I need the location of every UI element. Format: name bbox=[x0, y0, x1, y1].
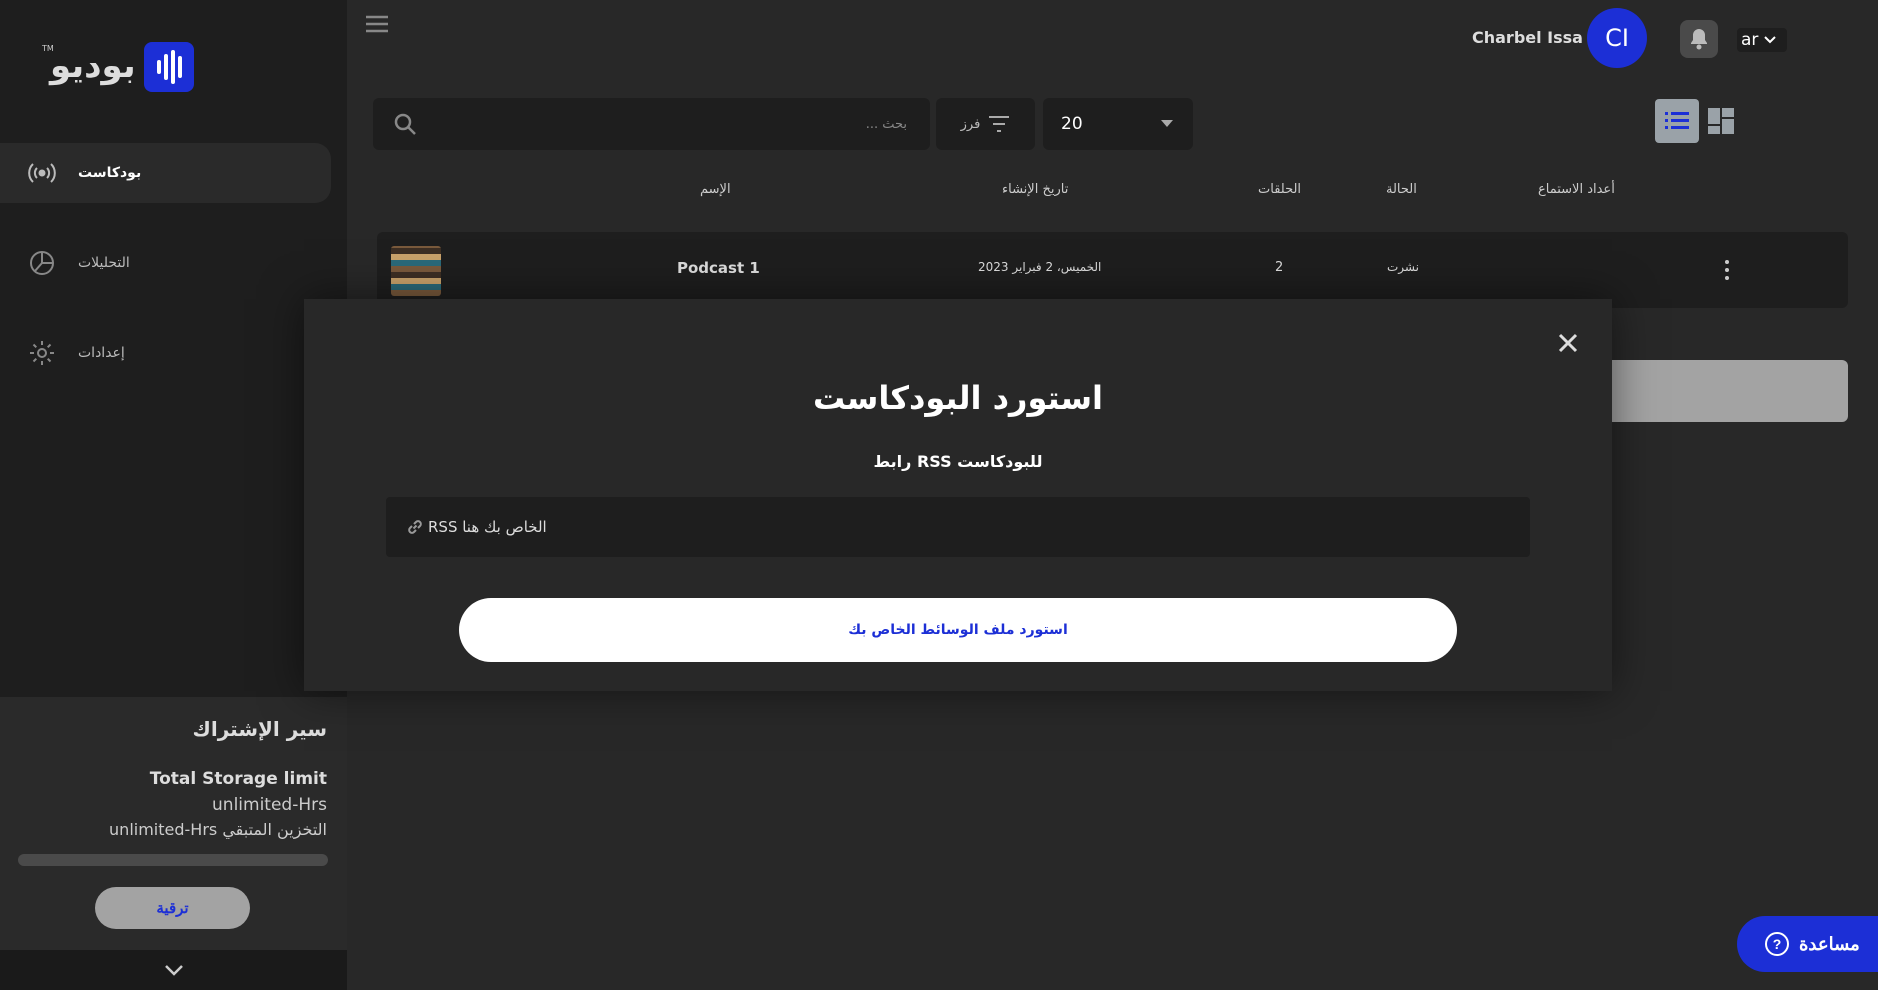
rss-url-input[interactable] bbox=[428, 511, 1508, 543]
language-select[interactable]: ar bbox=[1737, 28, 1787, 52]
podcast-icon bbox=[28, 159, 56, 187]
modal-subtitle: رابط RSS للبودكاست bbox=[873, 452, 1043, 471]
analytics-icon bbox=[28, 249, 56, 277]
list-view-button[interactable] bbox=[1655, 99, 1699, 143]
link-icon bbox=[408, 520, 422, 534]
sort-button[interactable]: فرز bbox=[936, 98, 1035, 150]
search-icon bbox=[394, 113, 416, 135]
podcast-name[interactable]: Podcast 1 bbox=[677, 259, 760, 277]
grid-view-button[interactable] bbox=[1707, 107, 1735, 135]
podcast-thumbnail bbox=[391, 246, 441, 296]
gear-icon bbox=[28, 339, 56, 367]
import-media-button[interactable]: استورد ملف الوسائط الخاص بك bbox=[459, 598, 1457, 662]
search-box bbox=[373, 98, 930, 150]
modal-title: استورد البودكاست bbox=[812, 379, 1104, 417]
logo-mark-icon bbox=[144, 42, 194, 92]
chevron-down-icon bbox=[164, 965, 183, 976]
column-header-status[interactable]: الحالة bbox=[1386, 182, 1417, 197]
help-label: مساعدة bbox=[1799, 933, 1860, 954]
column-header-episodes[interactable]: الحلقات bbox=[1258, 182, 1301, 197]
podcast-episodes: 2 bbox=[1275, 260, 1284, 275]
menu-toggle-icon[interactable] bbox=[365, 14, 389, 34]
rss-field bbox=[386, 497, 1530, 557]
avatar[interactable]: CI bbox=[1587, 8, 1647, 68]
logo-text: بوديو bbox=[50, 46, 137, 86]
caret-down-icon bbox=[1161, 120, 1173, 127]
podcast-status: نشرت bbox=[1387, 260, 1419, 274]
storage-limit-label: Total Storage limit bbox=[149, 769, 327, 789]
sidebar-collapse-toggle[interactable] bbox=[0, 950, 347, 990]
import-podcast-modal: استورد البودكاست رابط RSS للبودكاست استو… bbox=[304, 299, 1612, 691]
storage-limit-value: unlimited-Hrs bbox=[212, 795, 327, 815]
subscription-panel: سير الإشتراك Total Storage limit unlimit… bbox=[0, 697, 347, 950]
storage-remaining: unlimited-Hrs التخزين المتبقي bbox=[109, 820, 327, 839]
upgrade-button[interactable]: ترقية bbox=[95, 887, 250, 929]
column-header-listens[interactable]: أعداد الاستماع bbox=[1538, 182, 1615, 197]
column-header-created[interactable]: تاريخ الإنشاء bbox=[1002, 182, 1068, 197]
sidebar: TM بوديو بودكاست التحليلات إعدادات سير ا… bbox=[0, 0, 347, 990]
brand-logo[interactable]: TM بوديو bbox=[42, 40, 194, 92]
per-page-value: 20 bbox=[1061, 114, 1083, 134]
column-header-name[interactable]: الإسم bbox=[700, 182, 731, 197]
table-row[interactable]: Podcast 1 الخميس، 2 فبراير 2023 2 نشرت bbox=[377, 232, 1848, 308]
more-options-icon[interactable] bbox=[1712, 252, 1742, 288]
notifications-button[interactable] bbox=[1680, 20, 1718, 58]
sidebar-item-podcasts[interactable]: بودكاست bbox=[0, 143, 331, 203]
per-page-select[interactable]: 20 bbox=[1043, 98, 1193, 150]
bell-icon bbox=[1691, 29, 1707, 50]
filter-icon bbox=[989, 116, 1010, 132]
sidebar-item-label: التحليلات bbox=[78, 255, 130, 271]
sidebar-item-analytics[interactable]: التحليلات bbox=[0, 233, 331, 293]
sidebar-item-label: بودكاست bbox=[78, 165, 142, 181]
list-view-icon bbox=[1665, 112, 1689, 129]
search-input[interactable] bbox=[437, 110, 907, 138]
user-name[interactable]: Charbel Issa bbox=[1472, 28, 1583, 47]
language-value: ar bbox=[1741, 30, 1759, 50]
chevron-down-icon bbox=[1764, 36, 1777, 44]
subscription-title: سير الإشتراك bbox=[192, 717, 327, 741]
close-icon[interactable] bbox=[1554, 329, 1582, 357]
sidebar-item-label: إعدادات bbox=[78, 345, 125, 361]
storage-progress-bar bbox=[18, 854, 328, 866]
background-button bbox=[1600, 360, 1848, 422]
help-button[interactable]: ? مساعدة bbox=[1737, 916, 1878, 972]
sort-label: فرز bbox=[960, 116, 981, 132]
sidebar-item-settings[interactable]: إعدادات bbox=[0, 323, 331, 383]
grid-view-icon bbox=[1708, 108, 1734, 134]
help-icon: ? bbox=[1765, 932, 1789, 956]
podcast-created-date: الخميس، 2 فبراير 2023 bbox=[978, 260, 1102, 274]
